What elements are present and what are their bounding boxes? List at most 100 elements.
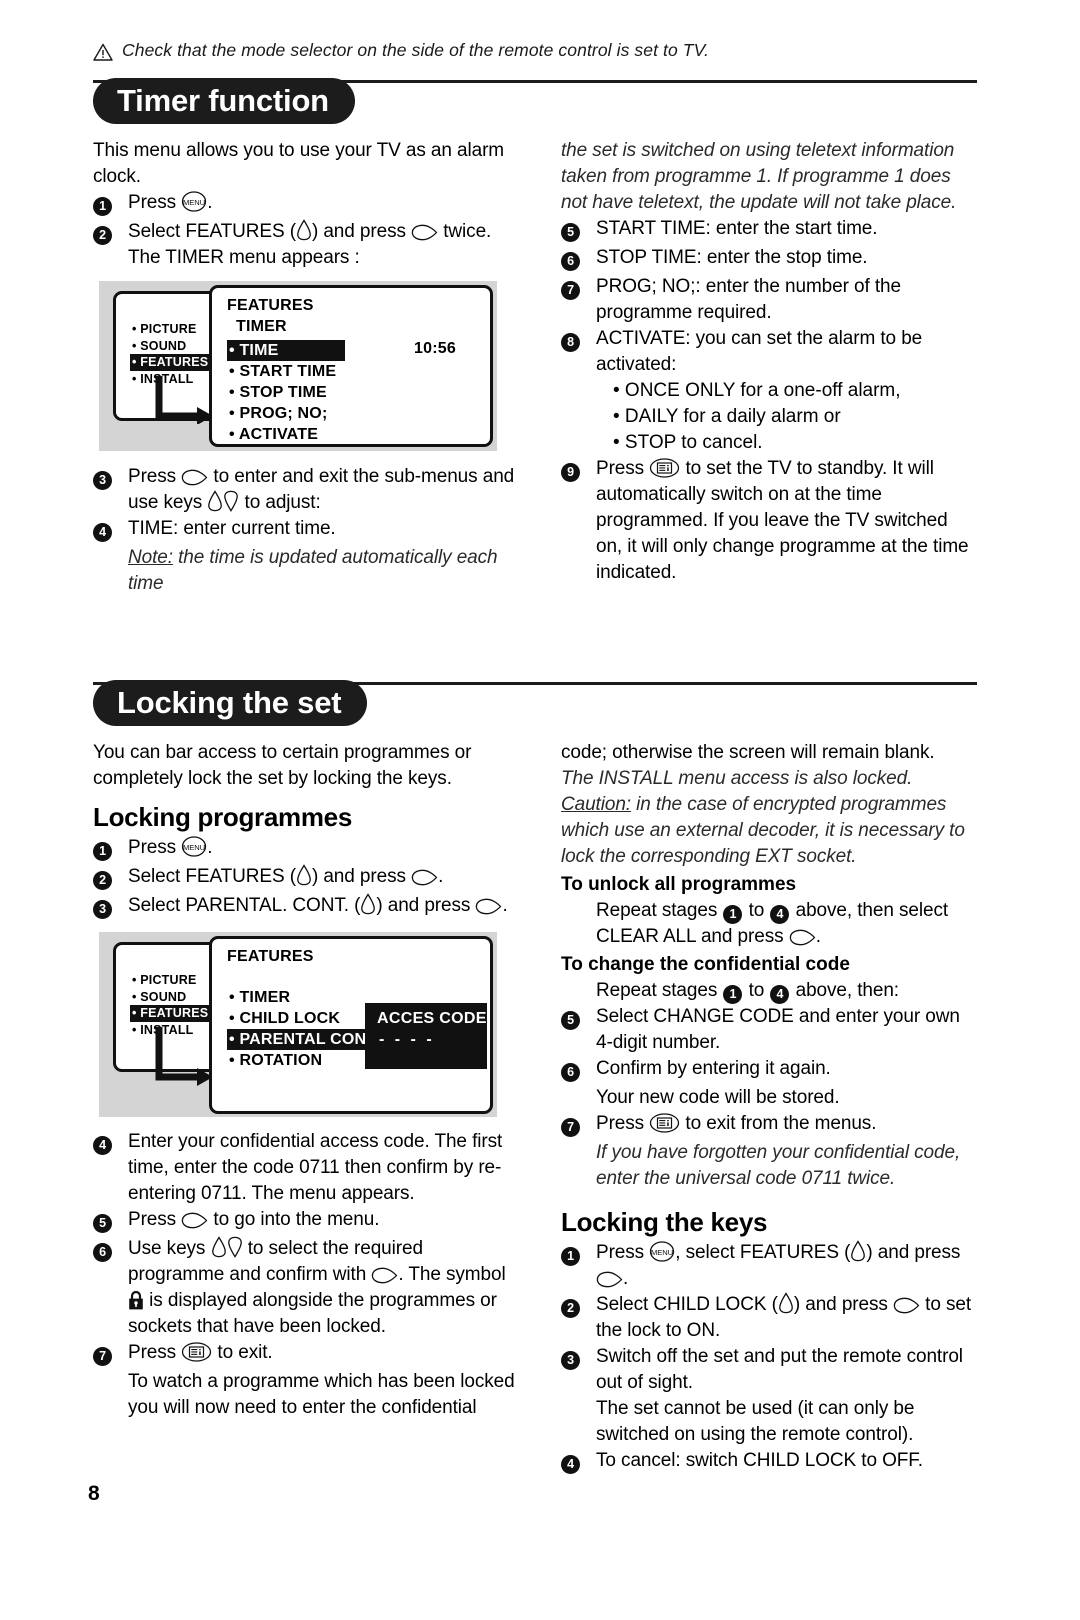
tv-submenu-item-selected[interactable]: • PARENTAL CONT — [227, 1029, 383, 1050]
right-key-icon — [372, 1267, 398, 1284]
note-text: the time is updated automatically each t… — [128, 547, 498, 594]
step-text: START TIME: enter the start time. — [596, 218, 878, 239]
page-number: 8 — [88, 1482, 100, 1505]
up-down-key-icon — [361, 893, 376, 915]
keys-step-3: 3 Switch off the set and put the remote … — [561, 1344, 977, 1396]
tv-menu-right-panel: FEATURES • TIMER • CHILD LOCK • PARENTAL… — [209, 936, 493, 1114]
unlock-all-text: Repeat stages 1 to 4 above, then select … — [596, 900, 949, 947]
access-code-value[interactable]: - - - - — [365, 1028, 487, 1049]
step-number: 7 — [93, 1340, 128, 1369]
top-note-text: Check that the mode selector on the side… — [122, 40, 710, 60]
up-down-key-icon — [778, 1292, 793, 1314]
timer-step-3: 3 Press to enter and exit the sub-menus … — [93, 464, 519, 516]
step-text: Press MENU . — [128, 836, 213, 858]
step-number: 4 — [561, 1448, 596, 1477]
locking-programmes-heading: Locking programmes — [93, 802, 352, 832]
section-timer-function: Timer function — [93, 78, 977, 124]
keys-note: The set cannot be used (it can only be s… — [596, 1398, 915, 1445]
step-text: Select CHANGE CODE and enter your own 4-… — [596, 1006, 960, 1053]
keys-step-1: 1 Press MENU , select FEATURES () and pr… — [561, 1240, 977, 1292]
top-warning-note: Check that the mode selector on the side… — [93, 40, 973, 61]
step-number: 3 — [93, 893, 128, 922]
step-number: 6 — [561, 1056, 596, 1085]
locking-step-1: 1 Press MENU . — [93, 835, 519, 864]
locking-left-column: You can bar access to certain programmes… — [93, 740, 535, 1477]
locking-step-3: 3 Select PARENTAL. CONT. () and press . — [93, 893, 519, 922]
change-step-7: 7 Press to exit from the menus. — [561, 1111, 977, 1140]
tv-submenu-item[interactable]: • STOP TIME — [227, 382, 333, 403]
step-number: 4 — [93, 1129, 128, 1158]
timer-banner: Timer function — [93, 78, 977, 124]
step-text: Select PARENTAL. CONT. () and press . — [128, 893, 508, 916]
warning-triangle-icon — [93, 43, 113, 61]
step-text: Press MENU . — [128, 191, 213, 213]
step-number: 2 — [93, 219, 128, 248]
menu-key-icon: MENU — [182, 191, 207, 212]
timer-note-continued: the set is switched on using teletext in… — [561, 140, 957, 213]
locking-step-2: 2 Select FEATURES () and press . — [93, 864, 519, 893]
change-step-6: 6 Confirm by entering it again. — [561, 1056, 977, 1085]
access-code-title: ACCES CODE — [377, 1010, 487, 1027]
locking-keys-heading: Locking the keys — [561, 1207, 768, 1237]
step-text: Press to exit from the menus. — [596, 1113, 877, 1134]
change-code-note: Your new code will be stored. — [596, 1087, 840, 1108]
timer-left-column: This menu allows you to use your TV as a… — [93, 138, 535, 597]
note-label: Note: — [128, 547, 173, 568]
exit-menu-icon — [650, 458, 680, 478]
caution-label: Caution: — [561, 794, 631, 815]
step-number: 6 — [93, 1236, 128, 1265]
step-text: Confirm by entering it again. — [596, 1058, 831, 1079]
timer-step-9: 9 Press to set the TV to standby. It wil… — [561, 456, 977, 586]
tv-right-title: FEATURES — [227, 297, 314, 314]
step-text: STOP TIME: enter the stop time. — [596, 247, 868, 268]
svg-text:MENU: MENU — [183, 843, 205, 852]
tv-submenu-item[interactable]: • TIMER — [227, 987, 296, 1008]
right-key-icon — [596, 1271, 623, 1288]
access-code-box: ACCES CODE - - - - — [365, 1003, 487, 1069]
timer-step-1: 1 Press MENU . — [93, 190, 519, 219]
activate-bullet: • DAILY for a daily alarm or — [613, 406, 841, 427]
step-text: Press to enter and exit the sub-menus an… — [128, 466, 515, 513]
step-number: 3 — [561, 1344, 596, 1373]
change-code-heading: To change the confidential code — [561, 954, 850, 975]
tv-right-menu-list: • TIMER • CHILD LOCK • PARENTAL CONT • R… — [227, 987, 383, 1071]
step-number: 4 — [93, 516, 128, 545]
right-key-icon — [789, 929, 816, 946]
timer-columns: This menu allows you to use your TV as a… — [93, 138, 977, 597]
timer-step-8: 8 ACTIVATE: you can set the alarm to be … — [561, 326, 977, 378]
step-number: 5 — [561, 1004, 596, 1033]
tv-submenu-item[interactable]: • ROTATION — [227, 1050, 328, 1071]
step-text: PROG; NO;: enter the number of the progr… — [596, 276, 901, 323]
menu-key-icon: MENU — [182, 836, 207, 857]
tv-submenu-item-selected[interactable]: • TIME — [227, 340, 345, 361]
keys-step-4: 4 To cancel: switch CHILD LOCK to OFF. — [561, 1448, 977, 1477]
locking-step-5: 5 Press to go into the menu. — [93, 1207, 519, 1236]
right-key-icon — [476, 898, 502, 915]
step-number: 1 — [93, 835, 128, 864]
step-number: 1 — [561, 1240, 596, 1269]
locking-columns: You can bar access to certain programmes… — [93, 740, 977, 1477]
timer-note: Note: the time is updated automatically … — [93, 545, 519, 597]
right-key-icon — [181, 1212, 208, 1229]
right-key-icon — [893, 1297, 920, 1314]
step-text: Use keys to select the required programm… — [128, 1236, 506, 1337]
tv-right-subtitle: TIMER — [236, 318, 287, 335]
tv-submenu-item[interactable]: • START TIME — [227, 361, 342, 382]
step-number: 6 — [561, 245, 596, 274]
tv-right-title: FEATURES — [227, 948, 314, 965]
step-number: 3 — [93, 464, 128, 493]
activate-bullet: • STOP to cancel. — [613, 432, 763, 453]
step-text: Press to exit. — [128, 1342, 273, 1363]
change-code-text: Repeat stages 1 to 4 above, then: — [561, 978, 977, 1004]
step-text: ACTIVATE: you can set the alarm to be ac… — [596, 328, 923, 375]
section-title-locking: Locking the set — [93, 680, 368, 726]
right-key-icon — [181, 469, 208, 486]
tv-menu-right-panel: FEATURES TIMER • TIME • START TIME • STO… — [209, 285, 493, 447]
timer-step-7: 7 PROG; NO;: enter the number of the pro… — [561, 274, 977, 326]
forgotten-code-note: If you have forgotten your confidential … — [596, 1142, 961, 1189]
tv-submenu-item[interactable]: • PROG; NO; — [227, 403, 333, 424]
up-down-keys-icon — [208, 490, 239, 512]
tv-submenu-item[interactable]: • ACTIVATE — [227, 424, 324, 445]
tv-submenu-item[interactable]: • CHILD LOCK — [227, 1008, 346, 1029]
step-number: 9 — [561, 456, 596, 485]
